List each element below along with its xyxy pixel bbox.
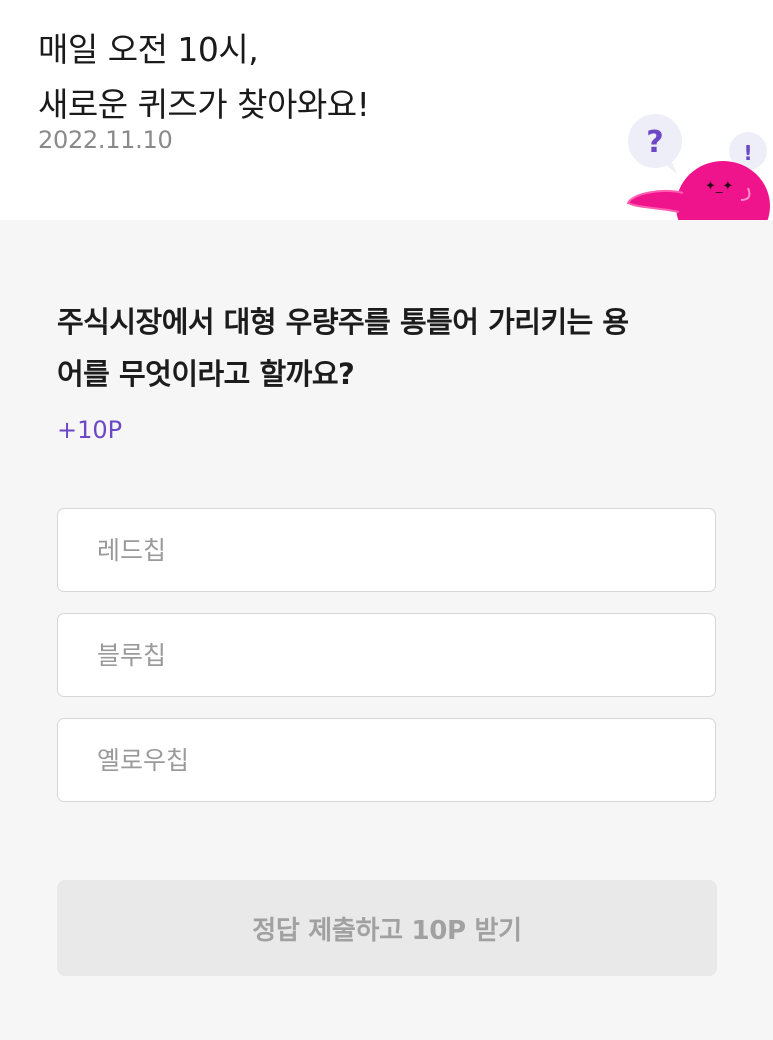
quiz-points: +10P [57, 416, 123, 444]
question-mark-icon: ? [646, 125, 663, 160]
answer-option-label: 블루칩 [97, 641, 167, 670]
quiz-question-line1: 주식시장에서 대형 우량주를 통틀어 가리키는 용 [57, 305, 629, 339]
quiz-page: 매일 오전 10시, 새로운 퀴즈가 찾아와요! 2022.11.10 ? ! … [0, 0, 773, 1040]
mascot-arm [626, 190, 684, 213]
quiz-date: 2022.11.10 [38, 126, 173, 154]
header: 매일 오전 10시, 새로운 퀴즈가 찾아와요! 2022.11.10 ? ! … [0, 0, 773, 220]
quiz-question: 주식시장에서 대형 우량주를 통틀어 가리키는 용 어를 무엇이라고 할까요? [57, 296, 717, 400]
exclamation-mark-icon: ! [743, 141, 752, 165]
answer-option-label: 옐로우칩 [97, 746, 190, 775]
quiz-content: 주식시장에서 대형 우량주를 통틀어 가리키는 용 어를 무엇이라고 할까요? … [0, 220, 773, 1040]
answer-option-red-chip[interactable]: 레드칩 [57, 508, 716, 592]
mascot-illustration: ? ! ✦_✦ [626, 114, 770, 220]
answer-option-yellow-chip[interactable]: 옐로우칩 [57, 718, 716, 802]
mascot-face-icon: ✦_✦ [705, 179, 733, 194]
header-title: 매일 오전 10시, 새로운 퀴즈가 찾아와요! [38, 22, 370, 132]
answer-option-blue-chip[interactable]: 블루칩 [57, 613, 716, 697]
header-title-line1: 매일 오전 10시, [38, 30, 259, 69]
header-title-line2: 새로운 퀴즈가 찾아와요! [38, 85, 370, 124]
answer-option-label: 레드칩 [97, 536, 167, 565]
submit-answer-button[interactable]: 정답 제출하고 10P 받기 [57, 880, 717, 976]
quiz-question-line2: 어를 무엇이라고 할까요? [57, 357, 355, 391]
